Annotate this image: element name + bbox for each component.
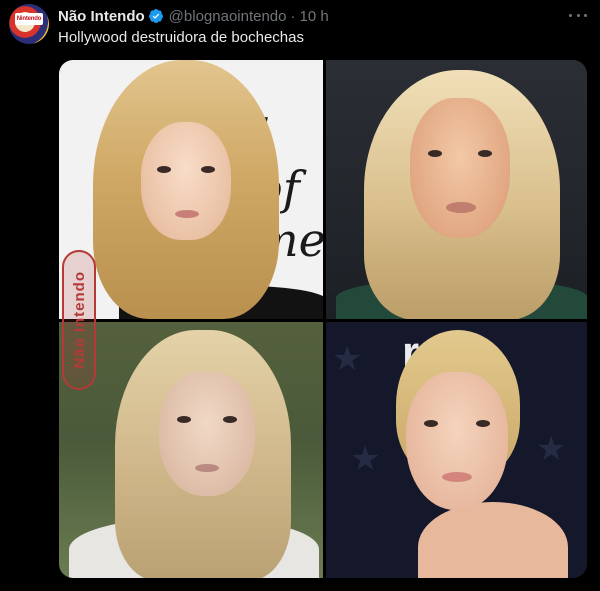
tweet-text: Hollywood destruidora de bochechas bbox=[58, 29, 304, 46]
separator-dot: · bbox=[290, 7, 296, 25]
user-handle[interactable]: @blognaointendo bbox=[169, 8, 287, 25]
tweet-header: Não Intendo @blognaointendo · 10 h bbox=[58, 6, 329, 26]
photo-top-right[interactable] bbox=[326, 60, 587, 319]
verified-badge-icon[interactable] bbox=[148, 8, 164, 24]
tweet[interactable]: Nintendo Não Intendo @blognaointendo · 1… bbox=[0, 0, 600, 591]
display-name[interactable]: Não Intendo bbox=[58, 8, 145, 25]
media-grid[interactable]: l ofme ★ ★ bbox=[59, 60, 587, 578]
face bbox=[141, 122, 231, 240]
more-options-icon[interactable] bbox=[569, 8, 587, 22]
photo-top-left[interactable]: l ofme bbox=[59, 60, 323, 319]
timestamp[interactable]: 10 h bbox=[300, 8, 329, 25]
face bbox=[410, 98, 510, 238]
face bbox=[159, 372, 255, 496]
avatar-badge: Nintendo bbox=[15, 13, 43, 25]
watermark-logo: Não Intendo bbox=[62, 250, 96, 390]
photo-bottom-left[interactable] bbox=[59, 322, 323, 578]
photo-bottom-right[interactable]: ★ ★ ★ ★ ro bbox=[326, 322, 587, 578]
face bbox=[406, 372, 508, 510]
avatar[interactable]: Nintendo bbox=[9, 4, 49, 44]
